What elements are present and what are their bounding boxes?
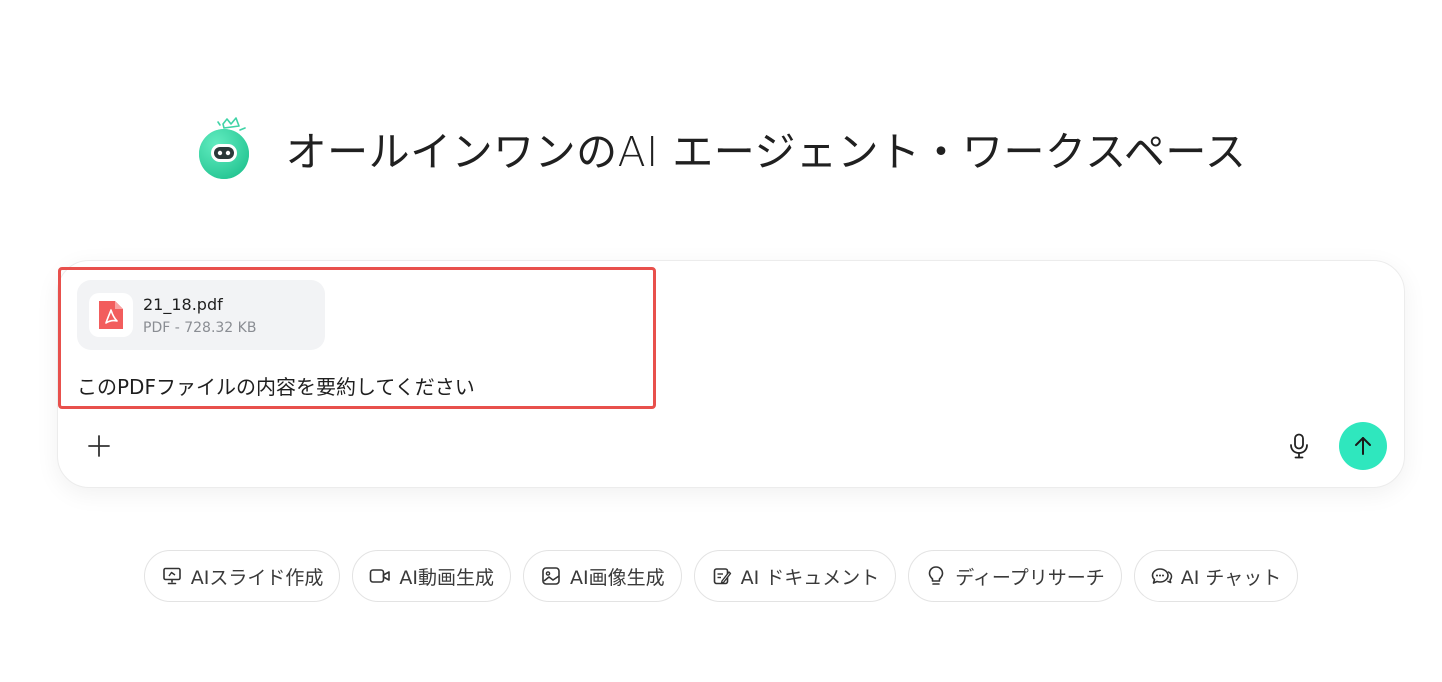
chip-ai-video[interactable]: AI動画生成 <box>352 550 511 602</box>
add-attachment-button[interactable] <box>84 431 114 461</box>
chip-label: AI ドキュメント <box>740 566 880 589</box>
suggestion-chips: AIスライド作成 AI動画生成 AI画像生成 AI ドキュメント ディープリサー… <box>0 550 1442 602</box>
chip-ai-document[interactable]: AI ドキュメント <box>693 550 897 602</box>
attachment-card[interactable]: 21_18.pdf PDF - 728.32 KB <box>77 280 325 350</box>
chat-bubbles-icon <box>1151 565 1173 587</box>
chat-composer[interactable]: 21_18.pdf PDF - 728.32 KB このPDFファイルの内容を要… <box>57 260 1405 488</box>
robot-mascot-icon <box>196 116 260 180</box>
attachment-file-info: PDF - 728.32 KB <box>143 319 257 336</box>
presentation-icon <box>161 565 183 587</box>
microphone-icon <box>1290 433 1308 459</box>
lightbulb-icon <box>925 565 947 587</box>
image-icon <box>540 565 562 587</box>
plus-icon <box>88 435 110 457</box>
prompt-input[interactable]: このPDFファイルの内容を要約してください <box>77 371 475 400</box>
chip-label: AI画像生成 <box>569 566 665 589</box>
chip-label: AI動画生成 <box>399 566 494 589</box>
voice-input-button[interactable] <box>1284 431 1314 461</box>
video-camera-icon <box>369 565 391 587</box>
chip-ai-image[interactable]: AI画像生成 <box>522 550 682 602</box>
send-button[interactable] <box>1339 422 1387 470</box>
pdf-icon <box>89 293 133 337</box>
chip-label: AI チャット <box>1180 566 1282 589</box>
hero-header: オールインワンのAI エージェント・ワークスペース <box>0 108 1442 188</box>
attachment-file-name: 21_18.pdf <box>143 294 223 314</box>
chip-ai-chat[interactable]: AI チャット <box>1133 550 1299 602</box>
arrow-up-icon <box>1355 437 1371 455</box>
chip-label: AIスライド作成 <box>190 566 324 589</box>
chip-ai-slides[interactable]: AIスライド作成 <box>143 550 341 602</box>
document-edit-icon <box>711 565 733 587</box>
chip-deep-research[interactable]: ディープリサーチ <box>908 550 1122 602</box>
page-title: オールインワンのAI エージェント・ワークスペース <box>285 128 1247 176</box>
chip-label: ディープリサーチ <box>955 566 1105 589</box>
